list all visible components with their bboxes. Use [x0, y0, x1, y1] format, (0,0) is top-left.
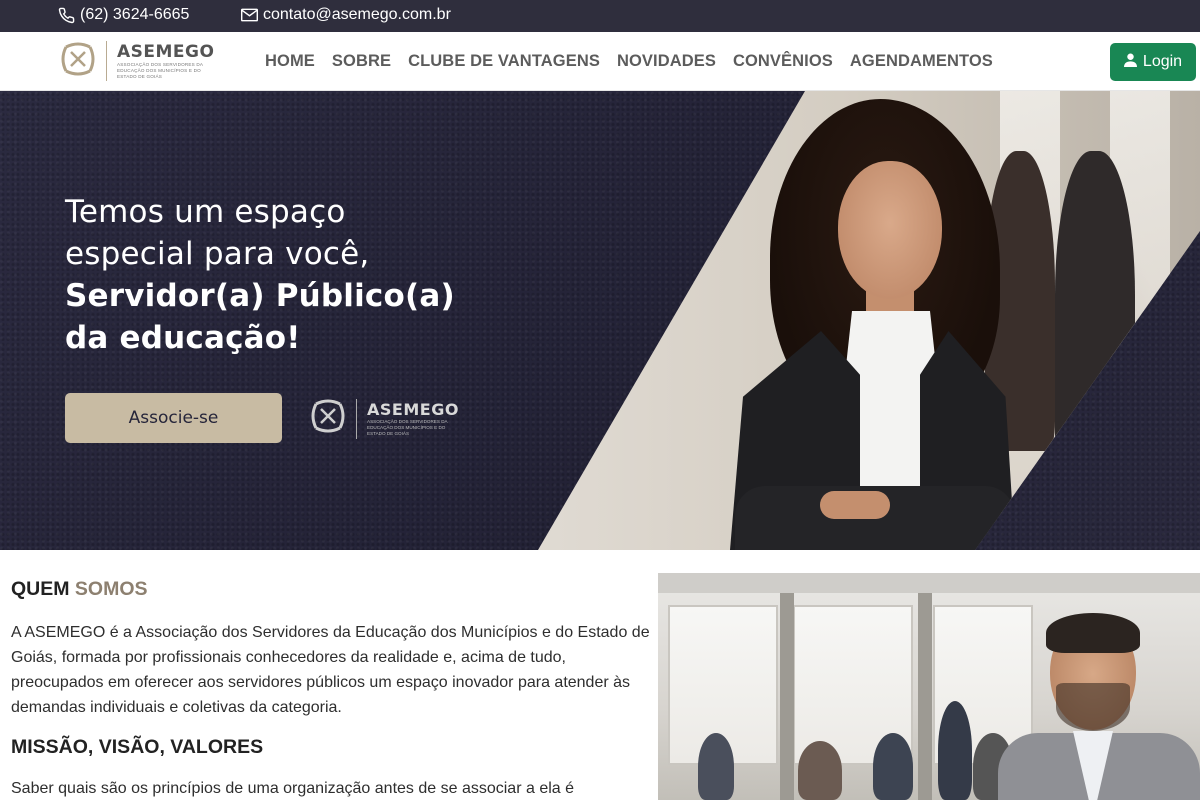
logo-name: ASEMEGO [117, 42, 215, 62]
email-contact[interactable]: contato@asemego.com.br [241, 6, 451, 24]
man-beard [1056, 683, 1130, 731]
about-title-part2: SOMOS [74, 578, 148, 600]
background-worker [873, 733, 913, 800]
hero-line-2: especial para você, [65, 236, 370, 272]
logo-emblem-icon [308, 396, 348, 441]
about-title: QUEM SOMOS [11, 578, 148, 601]
hero-line-1: Temos um espaço [65, 194, 346, 230]
site-logo[interactable]: ASEMEGO Associação dos Servidores da Edu… [58, 38, 214, 84]
hero-logo-subtitle: Associação dos Servidores da Educação do… [367, 418, 448, 436]
envelope-icon [241, 8, 258, 22]
mission-paragraph: Saber quais são os princípios de uma org… [11, 780, 575, 797]
nav-item-agendamentos[interactable]: AGENDAMENTOS [850, 52, 993, 71]
hero-logo: ASEMEGO Associação dos Servidores da Edu… [308, 396, 459, 441]
phone-number: (62) 3624-6665 [80, 6, 190, 23]
about-title-part1: QUEM [11, 578, 70, 600]
office-pillar [780, 593, 794, 800]
hero-line-3: Servidor(a) Público(a) [65, 278, 455, 314]
hero-banner: Temos um espaço especial para você, Serv… [0, 91, 1200, 550]
nav-item-home[interactable]: HOME [265, 52, 315, 71]
background-worker [798, 741, 842, 800]
nav-item-novidades[interactable]: NOVIDADES [617, 52, 716, 71]
phone-contact[interactable]: (62) 3624-6665 [58, 6, 189, 24]
nav-menu: HOME SOBRE CLUBE DE VANTAGENS NOVIDADES … [265, 52, 1010, 71]
nav-item-convenios[interactable]: CONVÊNIOS [733, 52, 833, 71]
hero-logo-divider [356, 398, 357, 439]
associe-se-button[interactable]: Associe-se [65, 393, 282, 443]
office-photo [658, 573, 1200, 800]
logo-emblem-icon [58, 39, 98, 84]
email-address: contato@asemego.com.br [263, 6, 451, 23]
background-worker [938, 701, 972, 800]
office-ceiling [658, 573, 1200, 593]
about-paragraph: A ASEMEGO é a Associação dos Servidores … [11, 624, 650, 716]
user-icon [1123, 53, 1137, 72]
background-worker [698, 733, 734, 800]
woman-hand [820, 491, 890, 519]
login-label: Login [1142, 53, 1183, 70]
hero-logo-name: ASEMEGO [367, 399, 459, 419]
woman-face [838, 161, 942, 299]
main-navbar: ASEMEGO Associação dos Servidores da Edu… [0, 32, 1200, 91]
nav-item-sobre[interactable]: SOBRE [332, 52, 391, 71]
phone-icon [58, 7, 75, 24]
top-contact-bar: (62) 3624-6665 contato@asemego.com.br [0, 0, 1200, 32]
hero-headline: Temos um espaço especial para você, Serv… [65, 191, 455, 359]
logo-divider [106, 41, 107, 81]
man-hair [1046, 613, 1140, 653]
hero-line-4: da educação! [65, 320, 301, 356]
logo-subtitle: Associação dos Servidores da Educação do… [117, 62, 203, 79]
nav-item-clube-de-vantagens[interactable]: CLUBE DE VANTAGENS [408, 52, 600, 71]
office-pillar [918, 593, 932, 800]
mission-title: MISSÃO, VISÃO, VALORES [11, 736, 264, 758]
login-button[interactable]: Login [1110, 43, 1196, 81]
